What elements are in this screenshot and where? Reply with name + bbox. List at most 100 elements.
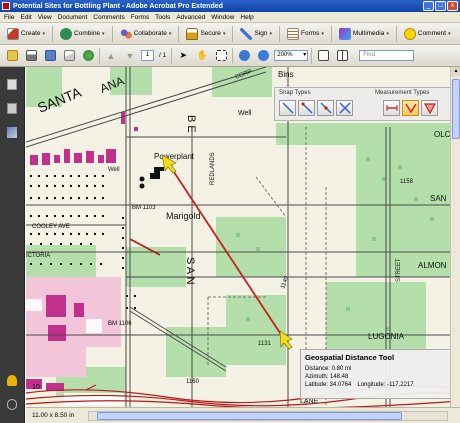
menu-forms[interactable]: Forms — [131, 14, 149, 21]
zoom-level-select[interactable]: 200% — [274, 50, 309, 61]
fit-page-icon — [317, 50, 329, 61]
comment-icon — [403, 27, 416, 40]
menu-help[interactable]: Help — [240, 14, 253, 21]
clip-panel-button[interactable] — [5, 397, 19, 411]
minimize-button[interactable]: _ — [423, 1, 434, 11]
print-button[interactable] — [23, 48, 39, 64]
pages-panel-button[interactable] — [5, 77, 19, 91]
fit-page-button[interactable] — [315, 48, 331, 64]
map-label-san-right: SAN — [430, 194, 447, 203]
email-button[interactable] — [61, 48, 77, 64]
signature-icon — [7, 126, 17, 138]
menu-document[interactable]: Document — [58, 14, 88, 21]
scroll-up-icon[interactable]: ▲ — [451, 67, 460, 76]
map-label-olc: OLC — [434, 130, 451, 139]
menu-comments[interactable]: Comments — [93, 14, 124, 21]
info-distance: Distance: 0.80 mi — [305, 366, 352, 372]
next-page-button[interactable]: ▼ — [122, 48, 138, 64]
map-label-lane: LANE — [300, 398, 319, 405]
snap-to-path-button[interactable] — [279, 100, 296, 116]
vertical-scrollbar[interactable]: ▲ — [450, 67, 460, 407]
info-latitude: Latitude: 34.0764 — [305, 382, 352, 388]
page-number-input[interactable]: 1 — [141, 50, 154, 61]
map-label-1160: 1160 — [186, 379, 200, 385]
menu-tools[interactable]: Tools — [155, 14, 170, 21]
map-label-bm1106: BM 1106 — [108, 321, 132, 327]
page-size-label: 11.00 x 8.50 in — [32, 412, 75, 419]
folder-icon — [6, 50, 18, 61]
vertical-scroll-thumb[interactable] — [452, 79, 460, 139]
menu-view[interactable]: View — [38, 14, 52, 21]
multimedia-icon — [338, 27, 351, 40]
multimedia-task-button[interactable]: Multimedia ▾ — [336, 25, 392, 43]
horizontal-scroll-thumb[interactable] — [97, 411, 402, 420]
sign-task-button[interactable]: Sign ▾ — [237, 25, 275, 43]
horizontal-scrollbar[interactable] — [88, 410, 448, 421]
map-label-bins: Bins — [278, 70, 294, 79]
select-tool-button[interactable]: ➤ — [175, 48, 191, 64]
map-label-san-vertical: S A N — [184, 257, 196, 285]
menu-window[interactable]: Window — [211, 14, 234, 21]
geospatial-info-panel: Geospatial Distance Tool Distance: 0.80 … — [300, 349, 460, 399]
up-arrow-icon: ▲ — [106, 50, 116, 61]
find-input[interactable]: Find — [359, 50, 415, 61]
signatures-panel-button[interactable] — [5, 125, 19, 139]
key-icon — [7, 374, 17, 386]
zoom-out-icon — [238, 50, 250, 61]
map-label-powerplant: Powerplant — [154, 152, 195, 161]
fit-width-icon — [336, 50, 348, 61]
snap-to-endpoint-button[interactable] — [298, 100, 315, 116]
tasks-toolbar: Create ▾ Combine ▾ Collaborate ▾ Secure ▾ Si… — [0, 23, 460, 45]
forms-icon — [286, 27, 299, 40]
open-button[interactable] — [4, 48, 20, 64]
attachments-panel-button[interactable] — [5, 101, 19, 115]
menu-file[interactable]: File — [4, 14, 14, 21]
map-label-1158: 1158 — [400, 179, 414, 185]
page-total: / 1 — [159, 52, 167, 59]
secure-task-button[interactable]: Secure ▾ — [183, 25, 228, 43]
map-label-almond: ALMON — [418, 261, 447, 270]
snap-intersection-icon — [339, 102, 350, 114]
distance-tool-button[interactable] — [383, 100, 400, 116]
perimeter-tool-button[interactable] — [402, 100, 419, 116]
zoom-in-button[interactable] — [255, 48, 271, 64]
menu-advanced[interactable]: Advanced — [176, 14, 205, 21]
window-title: Potential Sites for Bottling Plant - Ado… — [13, 2, 223, 10]
snap-to-midpoint-button[interactable] — [317, 100, 334, 116]
hand-icon: ✋ — [196, 50, 208, 60]
document-area[interactable]: SANTA ANA CORP Bins Well Powerplant REDL… — [26, 67, 460, 407]
measure-palette: Snap Types Measurement Types — [274, 87, 460, 121]
map-label-street: STREET — [396, 258, 402, 282]
create-icon — [7, 27, 19, 40]
forms-task-button[interactable]: Forms ▾ — [284, 25, 327, 43]
pages-icon — [7, 78, 17, 90]
maximize-button[interactable]: □ — [435, 1, 446, 11]
combine-task-button[interactable]: Combine ▾ — [57, 25, 108, 43]
snap-to-intersection-button[interactable] — [336, 100, 353, 116]
map-label-be-vertical: B E — [185, 115, 197, 133]
map-label-ictoria: ICTORIA — [26, 253, 50, 259]
close-button[interactable]: x — [447, 1, 458, 11]
comments-panel-button[interactable] — [5, 373, 19, 387]
paperclip-icon — [7, 398, 17, 410]
save-button[interactable] — [42, 48, 58, 64]
collaborate-task-button[interactable]: Collaborate ▾ — [117, 25, 175, 43]
lock-icon — [186, 27, 199, 40]
marquee-zoom-button[interactable] — [213, 48, 229, 64]
zoom-out-button[interactable] — [236, 48, 252, 64]
previous-page-button[interactable]: ▲ — [103, 48, 119, 64]
area-tool-button[interactable] — [421, 100, 438, 116]
title-bar: Potential Sites for Bottling Plant - Ado… — [0, 0, 460, 12]
create-task-button[interactable]: Create ▾ — [4, 25, 48, 43]
envelope-icon — [63, 50, 75, 61]
hand-tool-button[interactable]: ✋ — [194, 48, 210, 64]
distance-icon — [386, 105, 397, 111]
marquee-zoom-icon — [215, 50, 227, 61]
info-title: Geospatial Distance Tool — [305, 353, 395, 362]
map-label-cooley: COOLEY AVE — [32, 224, 70, 230]
web-button[interactable] — [80, 48, 96, 64]
pen-icon — [240, 27, 253, 40]
fit-width-button[interactable] — [334, 48, 350, 64]
menu-edit[interactable]: Edit — [20, 14, 31, 21]
comment-task-button[interactable]: Comment ▾ — [401, 25, 454, 43]
